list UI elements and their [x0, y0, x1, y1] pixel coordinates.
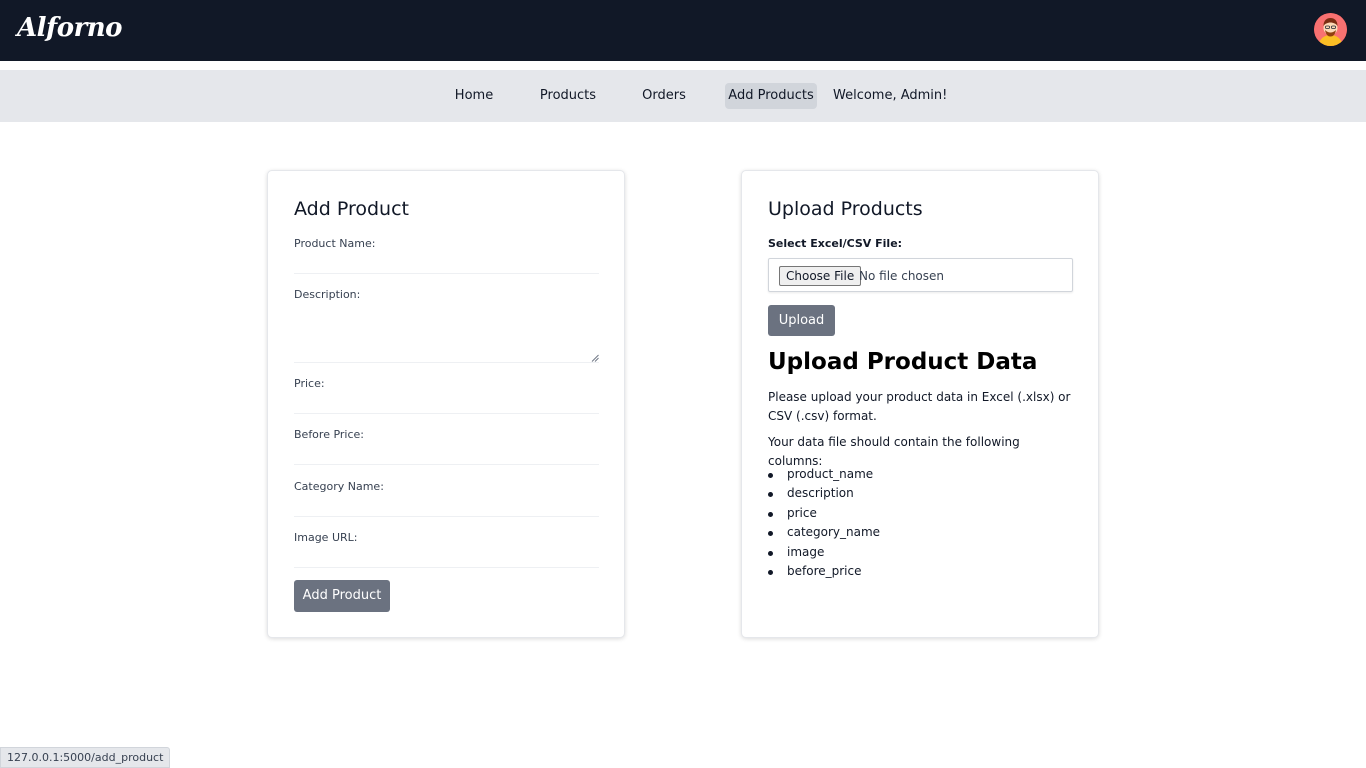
list-item: category_name	[768, 523, 880, 542]
upload-instructions: Please upload your product data in Excel…	[768, 390, 1071, 423]
add-product-button[interactable]: Add Product	[294, 580, 390, 612]
main-navbar: Home Products Orders Add Products Welcom…	[0, 70, 1366, 122]
category-name-label: Category Name:	[294, 480, 384, 493]
list-item: before_price	[768, 562, 880, 581]
avatar-illustration	[1314, 13, 1347, 46]
upload-data-heading: Upload Product Data	[768, 349, 1038, 375]
no-file-text: No file chosen	[859, 269, 945, 283]
before-price-input[interactable]	[294, 445, 599, 465]
product-name-label: Product Name:	[294, 237, 376, 250]
description-textarea[interactable]	[294, 309, 599, 363]
product-name-input[interactable]	[294, 254, 599, 274]
nav-link-add-products[interactable]: Add Products	[725, 83, 817, 109]
user-avatar-icon[interactable]	[1314, 13, 1347, 46]
description-label: Description:	[294, 288, 361, 301]
welcome-message: Welcome, Admin!	[833, 88, 948, 103]
image-url-input[interactable]	[294, 548, 599, 568]
upload-button[interactable]: Upload	[768, 305, 835, 336]
list-item: image	[768, 543, 880, 562]
nav-link-home[interactable]: Home	[446, 83, 502, 109]
choose-file-button[interactable]: Choose File	[779, 266, 862, 286]
nav-link-orders[interactable]: Orders	[634, 83, 694, 109]
upload-products-card: Upload Products Select Excel/CSV File: C…	[741, 170, 1099, 638]
category-name-input[interactable]	[294, 497, 599, 517]
list-item: description	[768, 484, 880, 503]
nav-link-products[interactable]: Products	[532, 83, 604, 109]
file-select-label: Select Excel/CSV File:	[768, 237, 903, 250]
file-input[interactable]: Choose File No file chosen	[768, 258, 1073, 292]
brand-logo[interactable]: Alforno	[17, 13, 123, 43]
status-bar-url: 127.0.0.1:5000/add_product	[0, 747, 171, 768]
resize-grip-icon[interactable]	[591, 354, 599, 362]
before-price-label: Before Price:	[294, 428, 365, 441]
required-columns-list: product_name description price category_…	[768, 465, 880, 581]
upload-products-title: Upload Products	[768, 198, 923, 220]
price-label: Price:	[294, 377, 325, 390]
list-item: price	[768, 504, 880, 523]
top-header: Alforno	[0, 0, 1366, 61]
add-product-card: Add Product Product Name: Description: P…	[267, 170, 625, 638]
add-product-title: Add Product	[294, 198, 409, 220]
price-input[interactable]	[294, 394, 599, 414]
list-item: product_name	[768, 465, 880, 484]
image-url-label: Image URL:	[294, 531, 358, 544]
